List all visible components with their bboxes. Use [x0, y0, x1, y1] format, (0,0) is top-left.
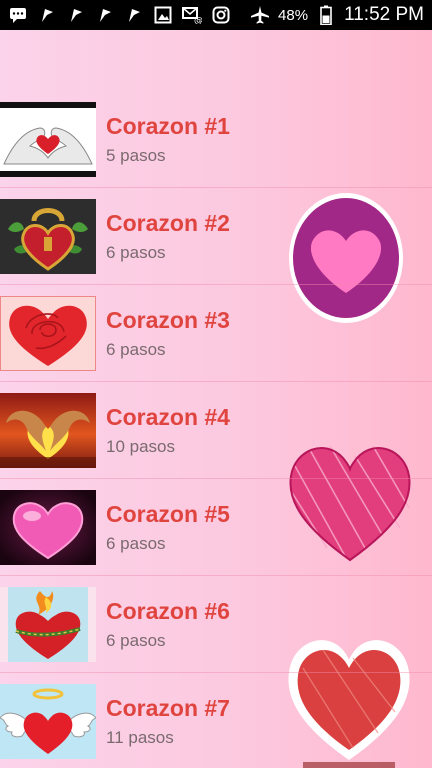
email-icon: @: [182, 5, 202, 25]
list-item[interactable]: Corazon #3 6 pasos: [0, 285, 432, 382]
item-steps: 6 pasos: [106, 631, 166, 650]
dolphins-heart-thumbnail: [0, 393, 96, 468]
notification-icons: @: [8, 5, 231, 25]
lock-heart-thumbnail: [0, 199, 96, 274]
heart-list: Corazon #1 5 pasos Corazon #2 6 pasos Co…: [0, 91, 432, 768]
item-steps: 6 pasos: [106, 243, 166, 262]
item-title: Corazon #7: [106, 695, 230, 721]
winged-heart-thumbnail: [0, 684, 96, 759]
system-icons: 48% 11:52 PM: [250, 4, 424, 26]
list-item[interactable]: Corazon #5 6 pasos: [0, 479, 432, 576]
image-icon: [153, 5, 173, 25]
item-title: Corazon #6: [106, 598, 230, 624]
item-steps: 6 pasos: [106, 340, 166, 359]
flag-icon: [95, 5, 115, 25]
item-title: Corazon #1: [106, 113, 230, 139]
flag-icon: [66, 5, 86, 25]
list-item[interactable]: Corazon #6 6 pasos: [0, 576, 432, 673]
pink-heart-thumbnail: [0, 490, 96, 565]
item-title: Corazon #2: [106, 210, 230, 236]
flaming-heart-thumbnail: [0, 587, 96, 662]
item-title: Corazon #5: [106, 501, 230, 527]
battery-percent: 48%: [278, 6, 309, 24]
item-steps: 5 pasos: [106, 146, 166, 165]
item-steps: 6 pasos: [106, 534, 166, 553]
item-title: Corazon #3: [106, 307, 230, 333]
list-item[interactable]: Corazon #1 5 pasos: [0, 91, 432, 188]
message-icon: [8, 5, 28, 25]
list-item[interactable]: Corazon #7 11 pasos: [0, 673, 432, 768]
rose-heart-thumbnail: [0, 296, 96, 371]
svg-text:@: @: [194, 16, 202, 24]
flag-icon: [124, 5, 144, 25]
airplane-mode-icon: [250, 5, 270, 25]
item-title: Corazon #4: [106, 404, 230, 430]
list-item[interactable]: Corazon #2 6 pasos: [0, 188, 432, 285]
instagram-icon: [211, 5, 231, 25]
battery-icon: [316, 5, 336, 25]
list-item[interactable]: Corazon #4 10 pasos: [0, 382, 432, 479]
flag-icon: [37, 5, 57, 25]
item-steps: 11 pasos: [106, 728, 174, 747]
status-bar: @ 48% 11:52 PM: [0, 0, 432, 30]
item-steps: 10 pasos: [106, 437, 175, 456]
clock: 11:52 PM: [344, 4, 424, 25]
hands-heart-thumbnail: [0, 102, 96, 177]
